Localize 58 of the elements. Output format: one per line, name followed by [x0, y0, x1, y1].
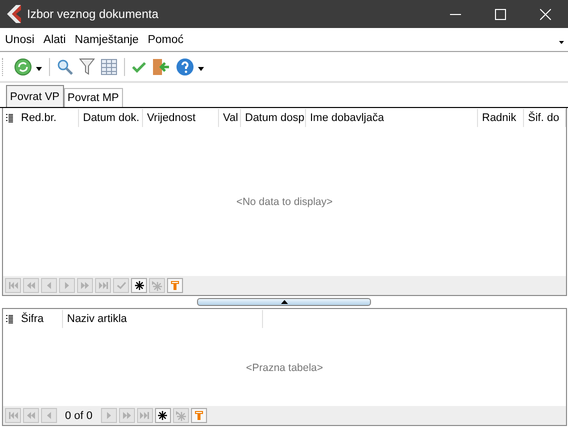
- first-record-icon: [8, 412, 18, 419]
- double-left-arrow-icon: [27, 282, 35, 289]
- navigator-button[interactable]: [131, 278, 147, 293]
- double-right-arrow-icon: [122, 412, 131, 419]
- record-counter: 0 of 0: [64, 410, 94, 422]
- menu-item[interactable]: Unosi: [5, 34, 34, 46]
- window-title: Izbor veznog dokumenta: [27, 7, 158, 21]
- checkmark-icon: [116, 282, 126, 289]
- right-arrow-icon: [106, 412, 111, 419]
- refresh-icon[interactable]: [14, 58, 32, 76]
- column-header[interactable]: Val: [219, 109, 241, 127]
- menu-item[interactable]: Alati: [43, 34, 66, 46]
- asterisk-icon: [158, 411, 168, 420]
- dropdown-caret-icon[interactable]: [198, 66, 204, 70]
- asterisk-icon: [152, 280, 162, 290]
- splitter-handle[interactable]: [197, 298, 371, 306]
- column-header[interactable]: Šifra: [17, 310, 63, 328]
- column-header[interactable]: Vrijednost: [143, 109, 219, 127]
- first-record-icon: [8, 282, 18, 289]
- last-record-icon: [140, 412, 150, 419]
- menu-item[interactable]: Pomoć: [148, 34, 184, 46]
- column-header[interactable]: Naziv artikla: [63, 310, 263, 328]
- column-chooser-icon[interactable]: [6, 314, 13, 324]
- empty-grid-message: <Prazna tabela>: [246, 362, 324, 374]
- filter-icon: [171, 281, 179, 290]
- tab[interactable]: Povrat MP: [64, 88, 123, 107]
- table-icon[interactable]: [101, 58, 117, 74]
- column-header[interactable]: Datum dosp: [241, 109, 306, 127]
- column-header[interactable]: Datum dok.: [79, 109, 143, 127]
- asterisk-icon: [176, 410, 186, 420]
- filter-icon: [194, 411, 203, 420]
- column-header[interactable]: Radnik: [478, 109, 524, 127]
- help-icon[interactable]: [176, 58, 194, 76]
- search-icon[interactable]: [57, 58, 73, 74]
- column-header[interactable]: Šif. do: [524, 109, 566, 127]
- menu-item[interactable]: Namještanje: [74, 34, 139, 46]
- caret-up-icon: [280, 300, 288, 304]
- left-arrow-icon: [47, 282, 51, 289]
- close-icon[interactable]: [540, 8, 551, 20]
- last-record-icon: [98, 282, 108, 289]
- asterisk-icon: [134, 281, 144, 290]
- column-chooser-icon[interactable]: [6, 114, 13, 122]
- app-logo-icon: [7, 5, 21, 23]
- right-arrow-icon: [65, 282, 69, 289]
- funnel-icon[interactable]: [79, 58, 95, 75]
- dropdown-caret-icon[interactable]: [36, 66, 42, 70]
- column-header[interactable]: Ime dobavljača: [306, 109, 478, 127]
- dropdown-caret-icon[interactable]: [559, 41, 564, 44]
- double-left-arrow-icon: [27, 412, 35, 419]
- checkmark-icon[interactable]: [132, 60, 146, 72]
- navigator-button[interactable]: [154, 408, 171, 423]
- column-header[interactable]: Red.br.: [17, 109, 79, 127]
- left-arrow-icon: [47, 412, 51, 419]
- double-right-arrow-icon: [81, 282, 89, 289]
- empty-grid-message: <No data to display>: [236, 196, 333, 208]
- door-arrow-icon[interactable]: [152, 58, 170, 76]
- tab[interactable]: Povrat VP: [6, 85, 64, 107]
- maximize-icon[interactable]: [495, 8, 506, 20]
